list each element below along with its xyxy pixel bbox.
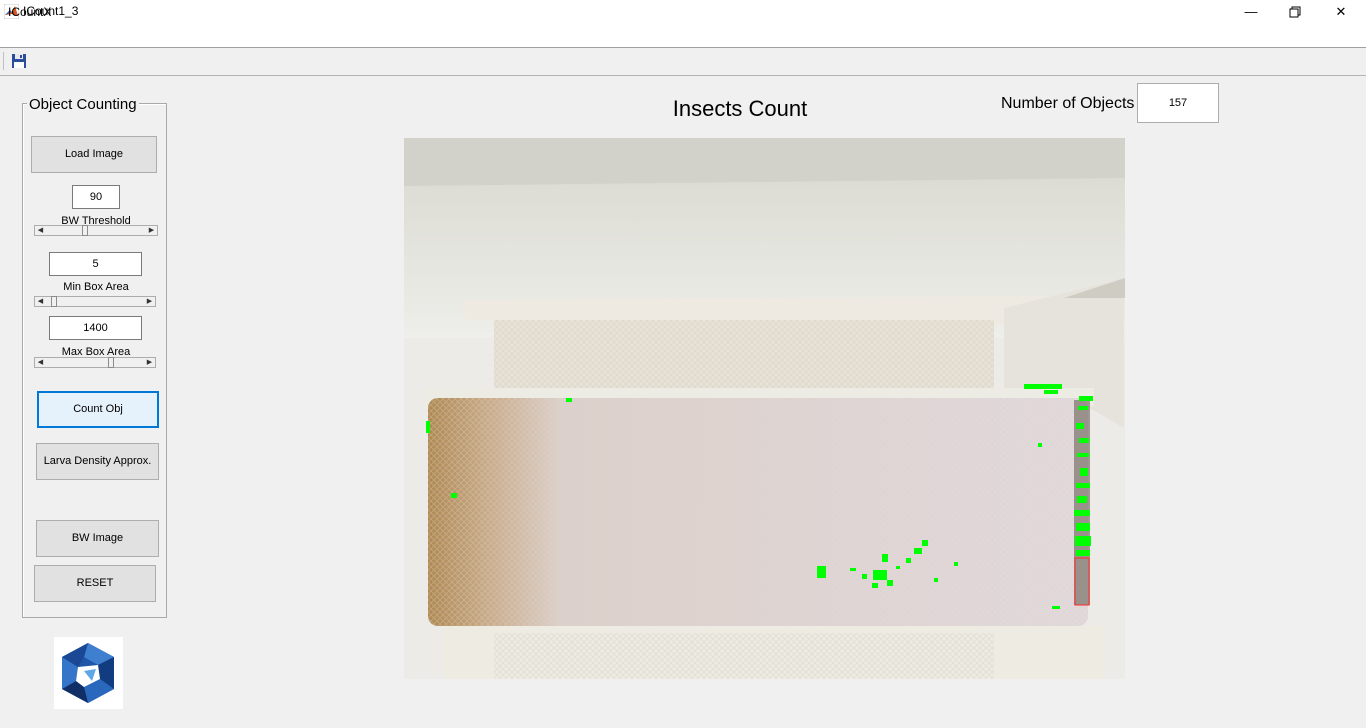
slider-thumb	[82, 225, 88, 236]
number-of-objects-value: 157	[1137, 83, 1219, 123]
toolbar	[0, 48, 1366, 75]
logo	[54, 637, 123, 709]
max-box-area-label: Max Box Area	[61, 346, 131, 356]
max-box-area-slider[interactable]: ◀ ▶	[34, 357, 156, 368]
chart-title: Insects Count	[672, 96, 808, 121]
min-box-area-field[interactable]: 5	[49, 252, 142, 276]
menu-bar	[0, 24, 1366, 47]
min-box-area-slider[interactable]: ◀ ▶	[34, 296, 156, 307]
slider-right-arrow-icon: ▶	[146, 359, 153, 366]
minimize-button[interactable]: —	[1228, 0, 1274, 24]
slider-left-arrow-icon: ◀	[37, 359, 44, 366]
restore-button[interactable]	[1272, 0, 1318, 24]
title-bar	[0, 0, 1366, 24]
slider-thumb	[108, 357, 114, 368]
slider-left-arrow-icon: ◀	[37, 298, 44, 305]
save-icon[interactable]	[11, 53, 27, 69]
larva-density-button[interactable]: Larva Density Approx.	[36, 443, 159, 480]
bw-threshold-slider[interactable]: ◀ ▶	[34, 225, 158, 236]
bw-image-button[interactable]: BW Image	[36, 520, 159, 557]
slider-thumb	[51, 296, 57, 307]
menu-item-icountx[interactable]: ICountX	[8, 5, 51, 19]
load-image-button[interactable]: Load Image	[31, 136, 157, 173]
reset-button[interactable]: RESET	[34, 565, 156, 602]
toolbar-divider	[0, 75, 1366, 76]
bw-threshold-field[interactable]: 90	[72, 185, 120, 209]
slider-left-arrow-icon: ◀	[37, 227, 44, 234]
slider-right-arrow-icon: ▶	[146, 298, 153, 305]
count-obj-button[interactable]: Count Obj	[37, 391, 159, 428]
min-box-area-label: Min Box Area	[63, 281, 129, 293]
number-of-objects-label: Number of Objects	[1001, 95, 1135, 112]
slider-right-arrow-icon: ▶	[148, 227, 155, 234]
panel-title: Object Counting	[27, 96, 139, 113]
max-box-area-field[interactable]: 1400	[49, 316, 142, 340]
insect-photo	[404, 138, 1125, 679]
restore-icon	[1289, 6, 1301, 18]
close-button[interactable]: ✕	[1318, 0, 1364, 24]
toolbar-grip	[3, 52, 4, 70]
